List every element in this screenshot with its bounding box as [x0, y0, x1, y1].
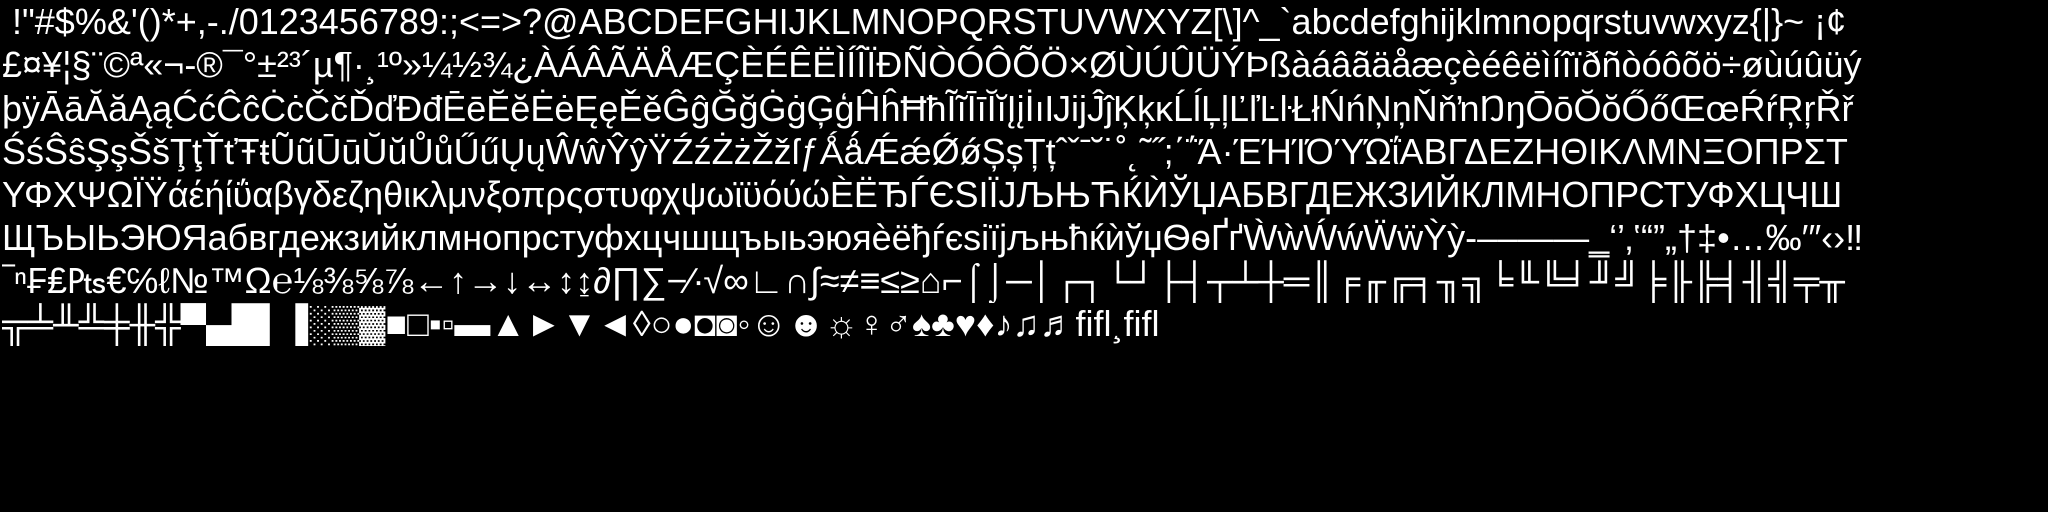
glyph-line-2: £¤¥¦§¨©ª«¬-®¯°±²³´µ¶·¸¹º»¼½¾¿ÀÁÂÃÄÅÆÇÈÉÊ… — [2, 44, 1862, 85]
glyph-line-8: ╦╧╨╩╪╫╬▀▄█▌▐░▒▓■□▪▫▬▲►▼◄◊○●◘◙◦☺☻☼♀♂♠♣♥♦♪… — [2, 303, 1160, 344]
glyph-line-1: !"#$%&'()*+,-./0123456789:;<=>?@ABCDEFGH… — [2, 1, 1847, 42]
glyph-line-6: ЩЪЫЬЭЮЯабвгдежзийклмнопрстуфхцчшщъыьэюяѐ… — [2, 217, 1864, 258]
glyph-sheet: !"#$%&'()*+,-./0123456789:;<=>?@ABCDEFGH… — [0, 0, 2048, 512]
glyph-line-7: ‾ⁿ₣₤₧€℅ℓ№™Ω℮⅛⅜⅝⅞←↑→↓↔↕↨∂∏∑−∕∙√∞∟∩∫≈≠≡≤≥⌂… — [2, 260, 1845, 301]
glyph-line-3: þÿĀāĂăĄąĆćĈĉĊċČčĎďĐđĒēĔĕĖėĘęĚěĜĝĞğĠġĢģĤĥ… — [2, 88, 1854, 129]
glyph-line-5: ΥΦΧΨΩΪΫάέήίΰαβγδεζηθικλμνξοπρςστυφχψωϊϋό… — [2, 174, 1843, 215]
glyph-line-4: ŚśŜŝŞşŠšŢţŤťŦŧŨũŪūŬŭŮůŰűŲųŴŵŶŷŸŹźŻżŽžſƒǺ… — [2, 131, 1848, 172]
